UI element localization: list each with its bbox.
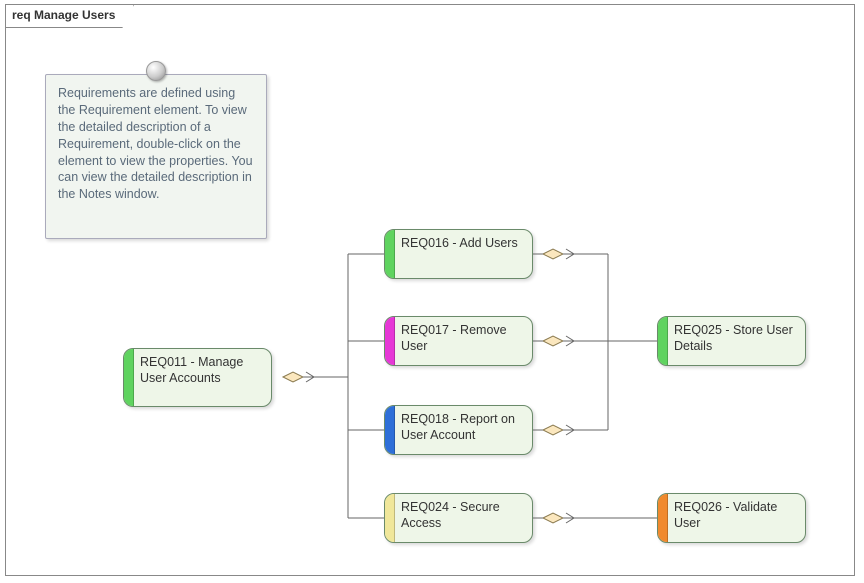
- note-element[interactable]: Requirements are defined using the Requi…: [45, 74, 267, 239]
- frame-title: req Manage Users: [5, 4, 134, 28]
- note-text: Requirements are defined using the Requi…: [58, 85, 254, 203]
- stripe: [385, 406, 395, 454]
- req-label: REQ016 - Add Users: [401, 236, 524, 252]
- stripe: [124, 349, 134, 406]
- diagram-canvas: req Manage Users Requirements are define…: [0, 0, 864, 583]
- req-016[interactable]: REQ016 - Add Users: [384, 229, 533, 279]
- req-label: REQ026 - Validate User: [674, 500, 797, 531]
- stripe: [385, 317, 395, 365]
- stripe: [658, 494, 668, 542]
- req-024[interactable]: REQ024 - Secure Access: [384, 493, 533, 543]
- req-label: REQ011 - Manage User Accounts: [140, 355, 263, 386]
- req-label: REQ024 - Secure Access: [401, 500, 524, 531]
- stripe: [658, 317, 668, 365]
- req-011[interactable]: REQ011 - Manage User Accounts: [123, 348, 272, 407]
- stripe: [385, 494, 395, 542]
- req-025[interactable]: REQ025 - Store User Details: [657, 316, 806, 366]
- pin-icon: [146, 61, 166, 81]
- req-label: REQ017 - Remove User: [401, 323, 524, 354]
- stripe: [385, 230, 395, 278]
- req-label: REQ025 - Store User Details: [674, 323, 797, 354]
- req-017[interactable]: REQ017 - Remove User: [384, 316, 533, 366]
- req-018[interactable]: REQ018 - Report on User Account: [384, 405, 533, 455]
- req-026[interactable]: REQ026 - Validate User: [657, 493, 806, 543]
- req-label: REQ018 - Report on User Account: [401, 412, 524, 443]
